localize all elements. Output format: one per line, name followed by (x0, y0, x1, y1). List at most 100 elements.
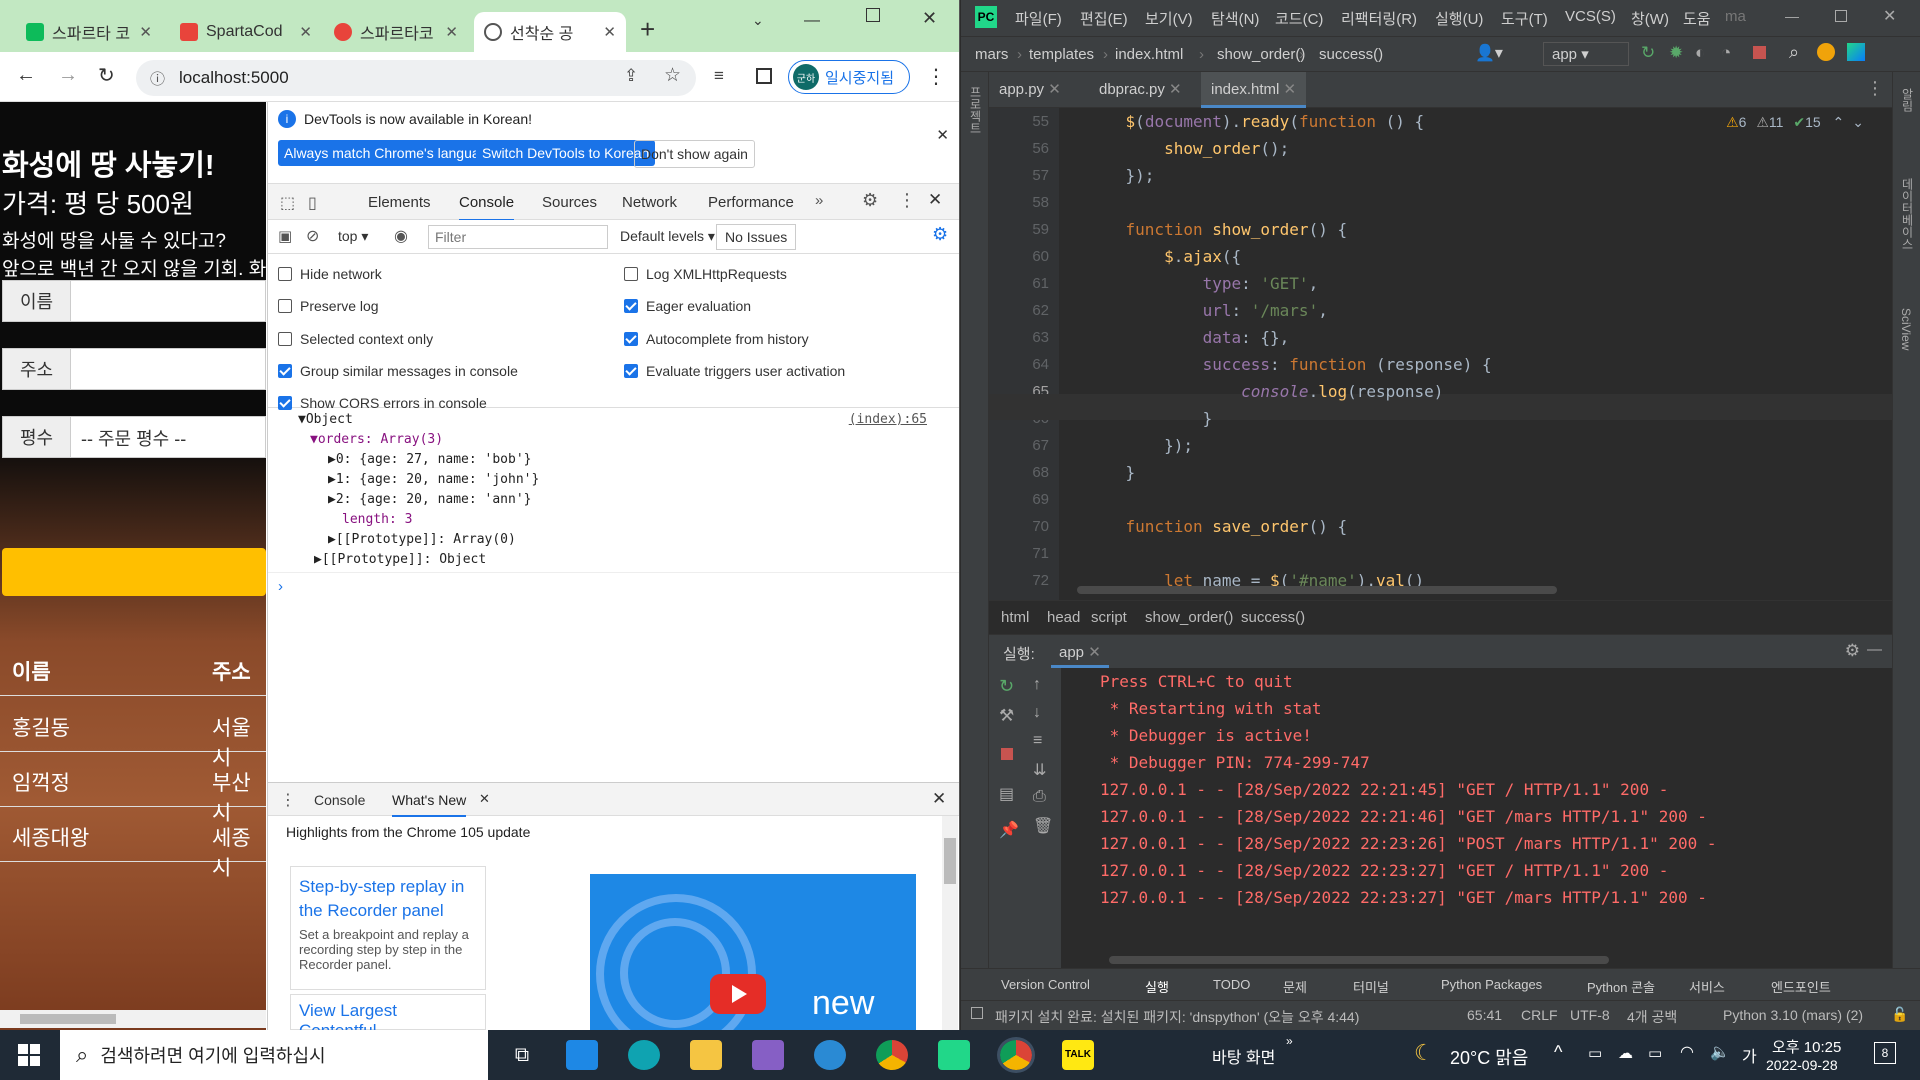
close-icon[interactable]: ✕ (1284, 81, 1297, 98)
menu-navigate[interactable]: 탐색(N) (1211, 8, 1259, 29)
browser-tab-2[interactable]: SpartaCod ✕ (170, 12, 322, 52)
drawer-tab-console[interactable]: Console (314, 792, 365, 808)
maximize-icon[interactable] (1835, 10, 1847, 22)
tab-network[interactable]: Network (622, 194, 677, 211)
chevron-right-icon[interactable]: » (1286, 1034, 1293, 1048)
whats-new-card[interactable]: View Largest Contentful (290, 994, 486, 1030)
internet-explorer-icon[interactable] (814, 1040, 846, 1070)
close-icon[interactable]: ✕ (139, 23, 152, 41)
visual-studio-icon[interactable] (752, 1040, 784, 1070)
checkbox-group-similar[interactable]: Group similar messages in console (278, 363, 518, 379)
taskbar-search-input[interactable]: ⌕ 검색하려면 여기에 입력하십시 (60, 1030, 488, 1080)
checkbox-preserve-log[interactable]: Preserve log (278, 298, 379, 314)
menu-edit[interactable]: 편집(E) (1080, 8, 1128, 29)
tab-elements[interactable]: Elements (368, 194, 431, 211)
breadcrumb-item[interactable]: index.html (1115, 46, 1183, 63)
log-line[interactable]: ▼Object (298, 412, 353, 427)
file-encoding[interactable]: UTF-8 (1570, 1007, 1610, 1023)
pycharm-taskbar-icon[interactable] (938, 1040, 970, 1070)
filter-input[interactable]: Filter (428, 225, 608, 249)
log-line[interactable]: ▶2: {age: 20, name: 'ann'} (328, 492, 532, 507)
tab-sources[interactable]: Sources (542, 194, 597, 211)
indent-setting[interactable]: 4개 공백 (1627, 1007, 1677, 1027)
checkbox-eager-eval[interactable]: Eager evaluation (624, 298, 751, 314)
battery-icon[interactable]: ▭ (1648, 1044, 1662, 1062)
close-icon[interactable]: ✕ (932, 789, 946, 809)
share-icon[interactable]: ⇪ (624, 66, 638, 86)
address-field[interactable]: 주소 (2, 348, 266, 390)
log-line[interactable]: ▶[[Prototype]]: Array(0) (328, 532, 516, 547)
wifi-icon[interactable]: ◠ (1680, 1042, 1694, 1062)
debug-icon[interactable]: ✹ (1669, 43, 1683, 63)
chevron-down-icon[interactable]: ⌄ (752, 12, 764, 29)
moon-icon[interactable]: ☾ (1414, 1040, 1434, 1066)
close-icon[interactable]: ✕ (603, 23, 616, 41)
chrome-icon[interactable] (876, 1040, 908, 1070)
tab-performance[interactable]: Performance (708, 194, 794, 211)
breadcrumb-item[interactable]: mars (975, 46, 1008, 63)
sciview-tool-button[interactable]: SciView (1899, 308, 1913, 350)
task-view-icon[interactable]: ⧉ (506, 1040, 538, 1070)
menu-kebab-icon[interactable]: ⋮ (1866, 78, 1884, 99)
count-select[interactable]: 평수 -- 주문 평수 -- (2, 416, 266, 458)
reload-icon[interactable]: ↻ (98, 63, 115, 88)
database-tool-button[interactable]: 데이터베이스 (1899, 178, 1916, 250)
file-explorer-icon[interactable] (690, 1040, 722, 1070)
dont-show-button[interactable]: Don't show again (634, 140, 755, 168)
stop-icon[interactable] (1753, 46, 1766, 59)
coverage-icon[interactable]: ◐ (1695, 43, 1705, 63)
clear-console-icon[interactable]: ⊘ (306, 226, 319, 246)
tab-problems[interactable]: 문제 (1283, 977, 1307, 996)
new-tab-icon[interactable]: + (640, 14, 655, 45)
menu-code[interactable]: 코드(C) (1275, 8, 1323, 29)
levels-select[interactable]: Default levels ▾ (620, 228, 715, 245)
checkbox-selected-context[interactable]: Selected context only (278, 331, 433, 347)
volume-icon[interactable]: 🔈 (1710, 1042, 1730, 1062)
menu-view[interactable]: 보기(V) (1145, 8, 1193, 29)
order-button[interactable] (2, 548, 266, 596)
media-icon[interactable]: ≡ (714, 66, 724, 86)
breadcrumb-item[interactable]: success() (1319, 46, 1383, 63)
gear-icon[interactable]: ⚙ (862, 190, 878, 211)
bookmark-star-icon[interactable]: ☆ (664, 64, 681, 87)
path-item[interactable]: success() (1241, 609, 1305, 626)
path-item[interactable]: head (1047, 609, 1080, 626)
back-icon[interactable]: ← (16, 64, 36, 87)
tab-python-console[interactable]: Python 콘솔 (1587, 977, 1655, 996)
sidebar-toggle-icon[interactable]: ▣ (278, 227, 292, 245)
search-icon[interactable]: ⌕ (1789, 42, 1799, 63)
path-item[interactable]: show_order() (1145, 609, 1233, 626)
name-field[interactable]: 이름 (2, 280, 266, 322)
user-icon[interactable]: 👤▾ (1475, 43, 1503, 63)
notifications-tool-button[interactable]: 알림 (1899, 88, 1916, 112)
device-icon[interactable]: ▭ (1588, 1044, 1602, 1062)
drawer-tab-whats-new[interactable]: What's New (392, 792, 467, 817)
more-tabs-icon[interactable]: » (815, 192, 823, 209)
menu-kebab-icon[interactable]: ⋮ (926, 64, 946, 89)
status-toggle-icon[interactable] (971, 1007, 983, 1019)
cloud-icon[interactable]: ☁ (1618, 1044, 1633, 1062)
mail-icon[interactable] (566, 1040, 598, 1070)
browser-tab-1[interactable]: 스파르타 코 ✕ (16, 12, 162, 52)
match-language-button[interactable]: Always match Chrome's language (278, 140, 502, 166)
toolbox-icon[interactable] (1847, 43, 1865, 61)
menu-vcs[interactable]: VCS(S) (1565, 8, 1616, 25)
chevron-down-icon[interactable]: ⌄ (1852, 114, 1864, 130)
issues-button[interactable]: No Issues (716, 224, 797, 250)
context-select[interactable]: top ▾ (338, 228, 368, 245)
gear-icon[interactable]: ⚙ (1845, 641, 1860, 661)
checkbox-log-xhr[interactable]: Log XMLHttpRequests (624, 266, 787, 282)
log-source-link[interactable]: (index):65 (849, 412, 927, 427)
side-panel-icon[interactable] (756, 68, 772, 84)
switch-korean-button[interactable]: Switch DevTools to Korean (476, 140, 656, 166)
update-icon[interactable] (1817, 43, 1835, 61)
breadcrumb-item[interactable]: templates (1029, 46, 1094, 63)
tab-todo[interactable]: TODO (1213, 977, 1250, 992)
horizontal-scrollbar[interactable] (1077, 586, 1557, 594)
log-line[interactable]: ▶[[Prototype]]: Object (314, 552, 486, 567)
console-settings-icon[interactable]: ⚙ (932, 224, 948, 245)
code-editor[interactable]: 555657585960616263646566676869707172 $(d… (989, 108, 1892, 600)
menu-run[interactable]: 실행(U) (1435, 8, 1483, 29)
inspection-widget[interactable]: ⚠6 ⚠11 ✔15 ⌃ ⌄ (1726, 114, 1864, 131)
device-toolbar-icon[interactable]: ▯ (308, 193, 317, 213)
